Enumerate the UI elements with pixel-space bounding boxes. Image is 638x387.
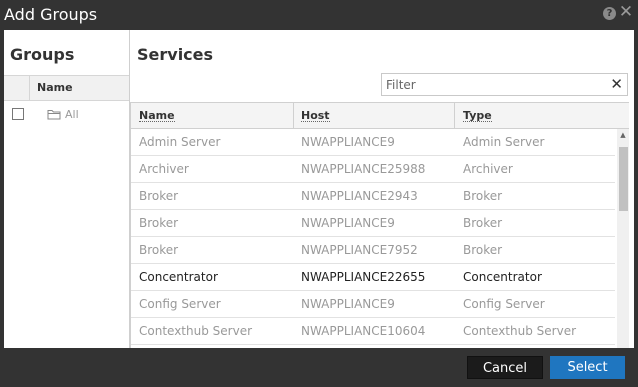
table-row: Broker NWAPPLIANCE7952 Broker	[131, 237, 615, 264]
vertical-scrollbar[interactable]: ▲	[617, 129, 629, 348]
help-icon[interactable]: ?	[603, 7, 616, 20]
column-divider[interactable]	[454, 103, 455, 129]
clear-filter-icon[interactable]: ✕	[610, 75, 623, 94]
table-row: Admin Server NWAPPLIANCE9 Admin Server	[131, 129, 615, 156]
services-rows: Admin Server NWAPPLIANCE9 Admin Server A…	[131, 129, 615, 345]
table-row: Config Server NWAPPLIANCE9 Config Server	[131, 291, 615, 318]
cell-name: Broker	[139, 216, 179, 230]
cell-host: NWAPPLIANCE9	[301, 297, 395, 311]
cell-name: Archiver	[139, 162, 189, 176]
dialog-title: Add Groups	[4, 5, 98, 24]
group-row-all[interactable]: All	[4, 104, 129, 126]
table-row[interactable]: Concentrator NWAPPLIANCE22655 Concentrat…	[131, 264, 615, 291]
dialog-body: Groups Name All Services ✕	[4, 30, 634, 348]
group-all-label: All	[65, 108, 79, 121]
column-header-name[interactable]: Name	[139, 110, 175, 122]
cell-host: NWAPPLIANCE10604	[301, 324, 426, 338]
select-button[interactable]: Select	[550, 356, 625, 379]
dialog-titlebar: Add Groups ? ✕	[0, 0, 638, 30]
cell-host: NWAPPLIANCE2943	[301, 189, 418, 203]
folder-icon	[47, 110, 61, 120]
cell-host: NWAPPLIANCE25988	[301, 162, 426, 176]
cell-name: Admin Server	[139, 135, 221, 149]
scroll-up-arrow-icon[interactable]: ▲	[617, 129, 629, 141]
column-divider[interactable]	[293, 103, 294, 129]
cell-type: Admin Server	[463, 135, 545, 149]
services-table: Name Host Type Admin Server NWAPPLIANCE9…	[130, 102, 629, 348]
cell-type: Config Server	[463, 297, 545, 311]
table-row: Broker NWAPPLIANCE2943 Broker	[131, 183, 615, 210]
cell-name: Config Server	[139, 297, 221, 311]
groups-name-header[interactable]: Name	[37, 81, 73, 94]
cell-host: NWAPPLIANCE9	[301, 135, 395, 149]
groups-title: Groups	[10, 45, 75, 64]
services-title: Services	[137, 45, 214, 64]
table-row: Contexthub Server NWAPPLIANCE10604 Conte…	[131, 318, 615, 345]
cell-host: NWAPPLIANCE7952	[301, 243, 418, 257]
cell-name: Contexthub Server	[139, 324, 253, 338]
close-icon[interactable]: ✕	[618, 4, 634, 21]
scrollbar-thumb[interactable]	[619, 147, 628, 211]
cell-type: Concentrator	[463, 270, 542, 284]
filter-input[interactable]	[386, 76, 601, 93]
cell-host: NWAPPLIANCE22655	[301, 270, 426, 284]
column-header-type[interactable]: Type	[463, 110, 492, 122]
group-all-checkbox[interactable]	[12, 108, 24, 120]
cell-name: Broker	[139, 243, 179, 257]
cancel-button[interactable]: Cancel	[467, 356, 543, 379]
dialog-footer: Cancel Select	[0, 348, 638, 387]
cell-type: Broker	[463, 243, 503, 257]
table-row: Archiver NWAPPLIANCE25988 Archiver	[131, 156, 615, 183]
table-row: Broker NWAPPLIANCE9 Broker	[131, 210, 615, 237]
cell-name: Broker	[139, 189, 179, 203]
cell-host: NWAPPLIANCE9	[301, 216, 395, 230]
cell-type: Contexthub Server	[463, 324, 577, 338]
cell-name: Concentrator	[139, 270, 218, 284]
select-all-column	[4, 76, 30, 100]
filter-box: ✕	[381, 73, 628, 96]
cell-type: Broker	[463, 216, 503, 230]
cell-type: Archiver	[463, 162, 513, 176]
services-table-header: Name Host Type	[131, 102, 629, 129]
add-groups-dialog: Add Groups ? ✕ Groups Name All Services	[0, 0, 638, 387]
cell-type: Broker	[463, 189, 503, 203]
services-panel: Services ✕ Name Host Type Admin Server N…	[130, 30, 634, 348]
groups-panel: Groups Name All	[4, 30, 130, 348]
groups-table-header: Name	[4, 75, 129, 101]
column-header-host[interactable]: Host	[301, 110, 330, 122]
